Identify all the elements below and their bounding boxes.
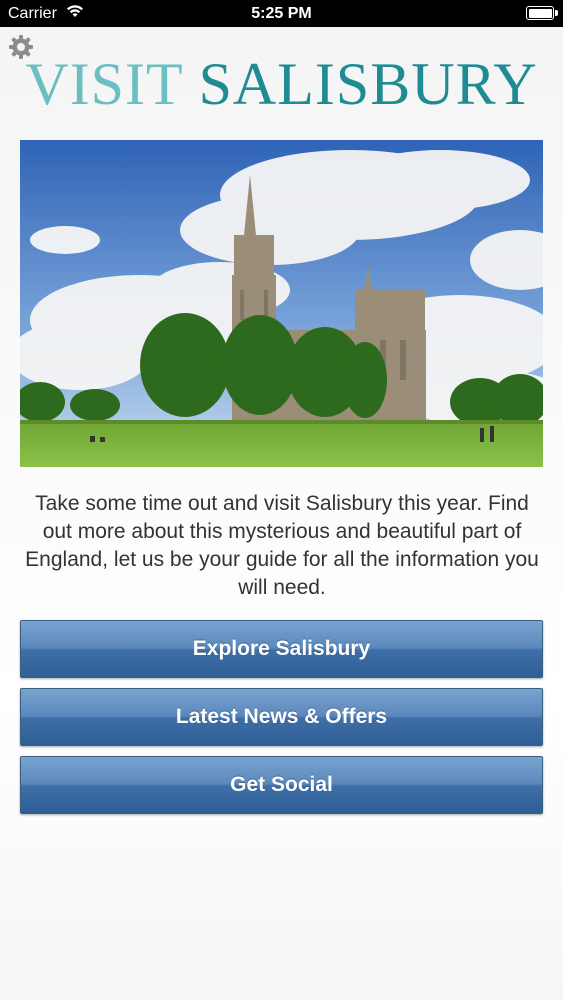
status-bar: Carrier 5:25 PM bbox=[0, 0, 563, 27]
app-logo: VISIT SALISBURY bbox=[0, 52, 563, 116]
logo-word-salisbury: SALISBURY bbox=[198, 51, 538, 117]
hero-image bbox=[20, 140, 543, 467]
battery-icon bbox=[526, 6, 558, 20]
intro-text: Take some time out and visit Salisbury t… bbox=[25, 492, 539, 599]
status-time: 5:25 PM bbox=[251, 5, 312, 22]
logo-word-visit: VISIT bbox=[25, 51, 183, 117]
latest-news-offers-button[interactable]: Latest News & Offers bbox=[20, 688, 543, 746]
explore-salisbury-button[interactable]: Explore Salisbury bbox=[20, 620, 543, 678]
get-social-button[interactable]: Get Social bbox=[20, 756, 543, 814]
